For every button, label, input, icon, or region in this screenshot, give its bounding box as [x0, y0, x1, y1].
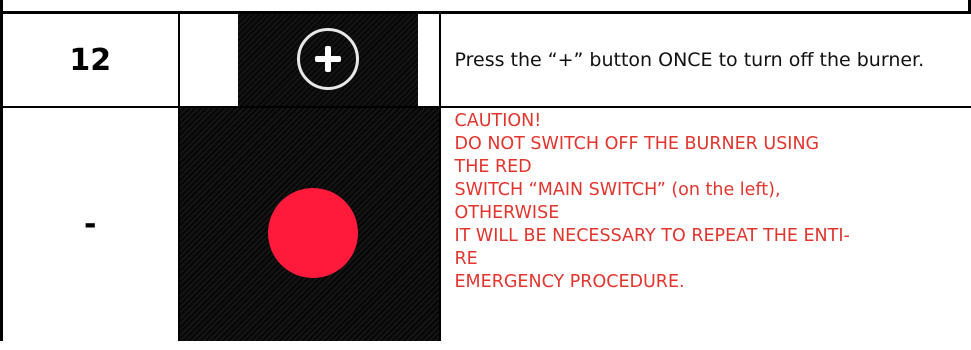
procedure-page: 12 Press the “+” button ONCE to turn off… [0, 0, 971, 350]
procedure-table: 12 Press the “+” button ONCE to turn off… [0, 11, 971, 341]
main-switch-image [177, 106, 441, 341]
caution-line: EMERGENCY PROCEDURE. [454, 272, 685, 292]
red-switch-icon [267, 188, 358, 278]
plus-button-icon [296, 28, 359, 90]
table-row: 12 Press the “+” button ONCE to turn off… [0, 11, 971, 108]
caution-line: SWITCH “MAIN SWITCH” (on the left), [454, 180, 781, 200]
step-number: 12 [0, 11, 180, 108]
caution-line: IT WILL BE NECESSARY TO REPEAT THE ENTI- [454, 226, 850, 246]
caution-line: CAUTION! [454, 111, 542, 131]
caution-line: THE RED [454, 157, 532, 177]
caution-line: OTHERWISE [454, 203, 560, 223]
caution-line: DO NOT SWITCH OFF THE BURNER USING [454, 134, 820, 154]
step-instruction: Press the “+” button ONCE to turn off th… [454, 49, 925, 71]
plus-button-image [177, 11, 441, 108]
caution-warning: CAUTION! DO NOT SWITCH OFF THE BURNER US… [455, 108, 964, 294]
caution-line: RE [454, 249, 478, 269]
step-number: - [0, 106, 180, 341]
table-header-cutoff [0, 0, 971, 11]
table-row: - CAUTION! DO NOT SWITCH OFF THE BURNER … [0, 106, 971, 341]
